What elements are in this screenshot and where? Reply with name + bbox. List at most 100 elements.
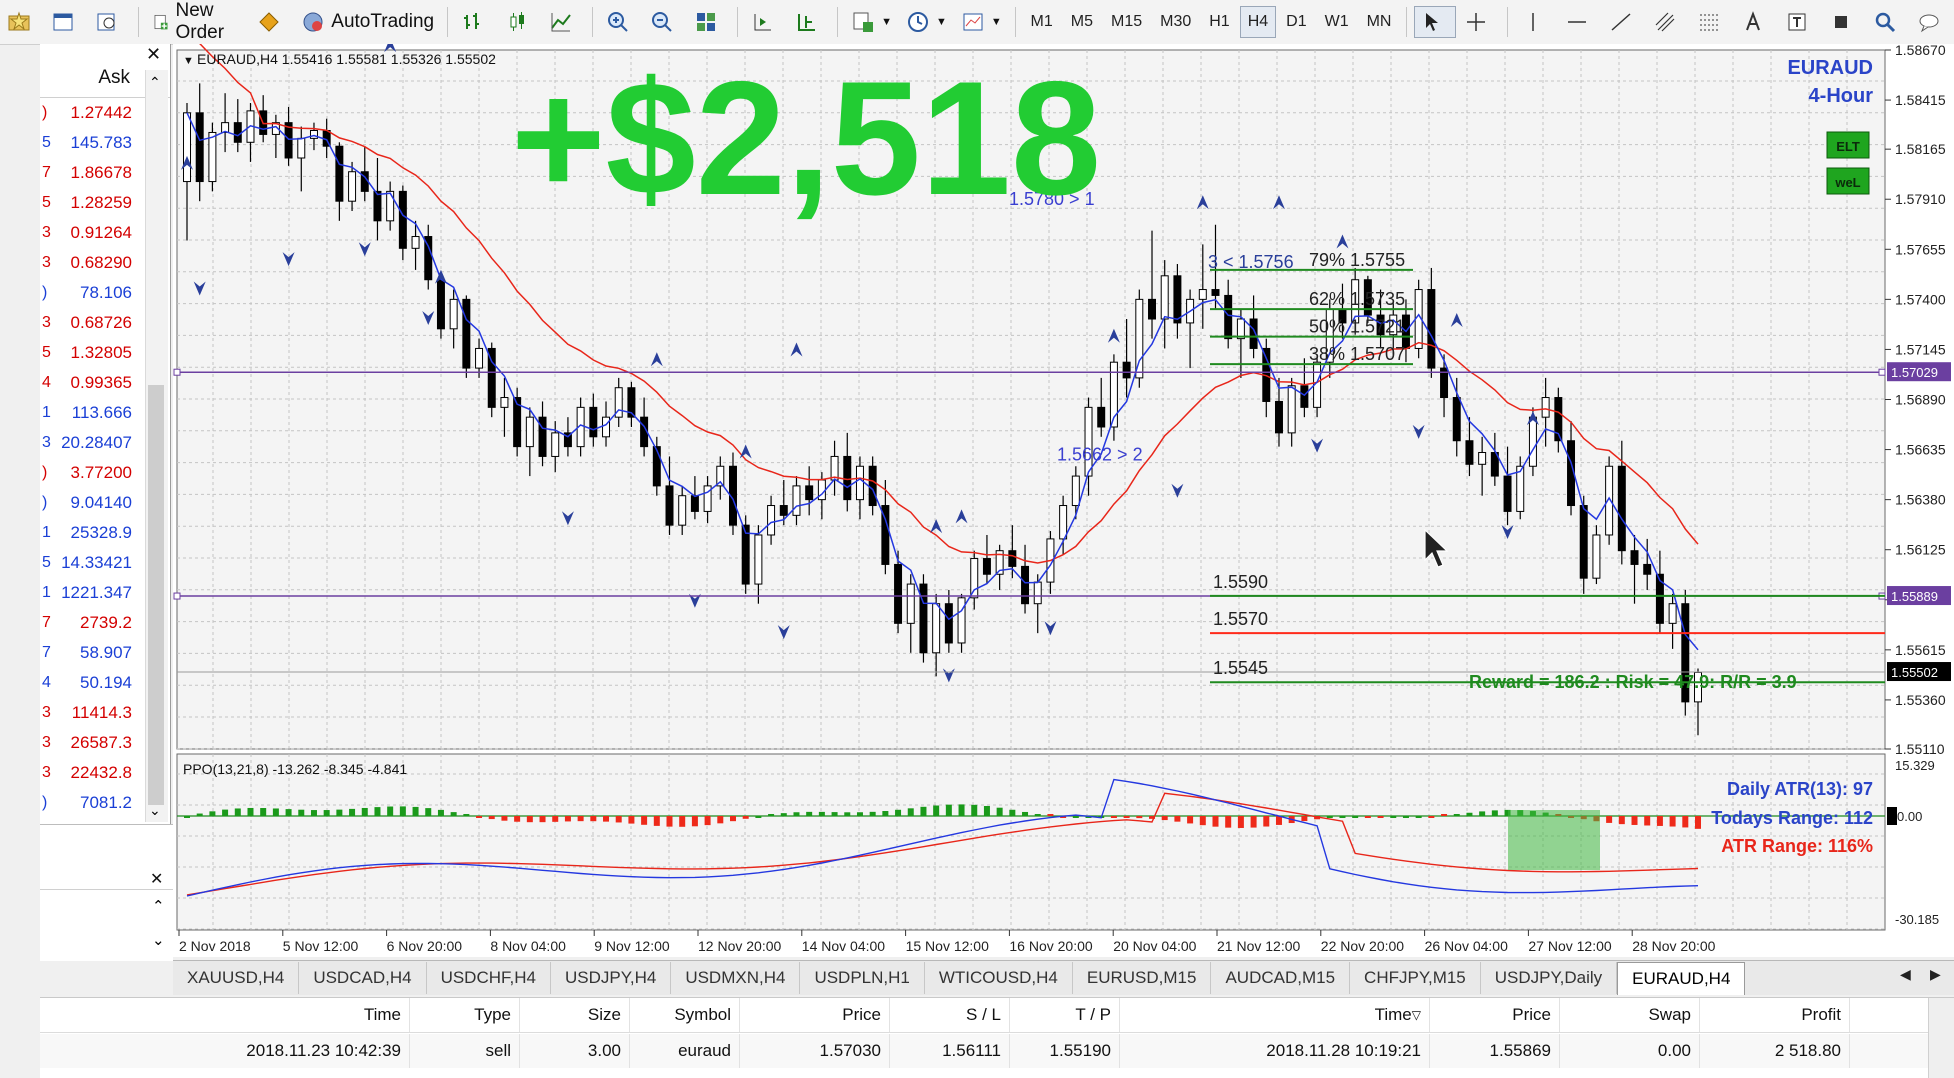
candle-body <box>1122 361 1131 379</box>
column-header-2[interactable]: Size <box>520 998 630 1032</box>
trendline-tool[interactable] <box>1603 6 1645 38</box>
column-header-6[interactable]: T / P <box>1010 998 1120 1032</box>
timeframe-d1[interactable]: D1 <box>1278 6 1314 38</box>
tab-usdjpy-h4[interactable]: USDJPY,H4 <box>551 962 672 994</box>
timeframe-m5[interactable]: M5 <box>1063 6 1101 38</box>
ppo-histogram-bar <box>1441 814 1448 816</box>
rectangle-tool[interactable] <box>1823 6 1865 38</box>
new-order-button[interactable]: New Order <box>146 0 250 43</box>
indicators-dropdown[interactable]: ▼ <box>845 6 898 38</box>
symbol-stub: 5 <box>42 134 51 151</box>
tab-usdmxn-h4[interactable]: USDMXN,H4 <box>671 962 801 994</box>
column-header-7[interactable]: Time ▽ <box>1120 998 1430 1032</box>
candle-body <box>1097 406 1106 428</box>
ppo-histogram-bar <box>1479 811 1486 816</box>
autotrading-button[interactable]: AutoTrading <box>295 6 440 38</box>
chat-button[interactable] <box>1911 6 1953 38</box>
ask-price: 1.86678 <box>70 163 132 182</box>
timeframe-mn[interactable]: MN <box>1359 6 1400 38</box>
ppo-histogram-bar <box>437 809 444 816</box>
chart-magnifier-icon <box>97 13 115 31</box>
channel-tool[interactable] <box>1647 6 1689 38</box>
column-header-1[interactable]: Type <box>410 998 520 1032</box>
periods-dropdown[interactable]: ▼ <box>900 6 953 38</box>
ppo-histogram-bar <box>793 812 800 816</box>
tab-usdchf-h4[interactable]: USDCHF,H4 <box>427 962 551 994</box>
fibonacci-tool[interactable] <box>1691 6 1733 38</box>
tab-usdcad-h4[interactable]: USDCAD,H4 <box>299 962 427 994</box>
column-header-4[interactable]: Price <box>740 998 890 1032</box>
column-header-5[interactable]: S / L <box>890 998 1010 1032</box>
crosshair-icon <box>1467 13 1486 31</box>
tab-wticousd-h4[interactable]: WTICOUSD,H4 <box>925 962 1073 994</box>
column-header-9[interactable]: Swap <box>1560 998 1700 1032</box>
column-header-8[interactable]: Price <box>1430 998 1560 1032</box>
zoom-in-button[interactable] <box>600 6 642 38</box>
scrollbar-thumb[interactable] <box>148 385 164 805</box>
tab-scroll-left-icon[interactable]: ◀ <box>1900 966 1911 983</box>
time-tick-label: 6 Nov 20:00 <box>387 938 463 954</box>
terminal-scrollbar[interactable] <box>1928 998 1954 1078</box>
table-row[interactable]: 2018.11.23 10:42:39 sell 3.00 euraud 1.57030… <box>40 1034 1954 1068</box>
tab-scroll-right-icon[interactable]: ▶ <box>1930 966 1941 983</box>
candle-chart-button[interactable] <box>499 6 541 38</box>
chart-zoom-button[interactable] <box>89 6 131 38</box>
tile-windows-button[interactable] <box>688 6 730 38</box>
line-chart-button[interactable] <box>543 6 585 38</box>
column-header-10[interactable]: Profit <box>1700 998 1850 1032</box>
tab-usdpln-h1[interactable]: USDPLN,H1 <box>800 962 925 994</box>
candle-body <box>208 131 217 183</box>
tab-chfjpy-m15[interactable]: CHFJPY,M15 <box>1350 962 1481 994</box>
chart-shift-button[interactable] <box>788 6 830 38</box>
crosshair-tool[interactable] <box>1458 6 1500 38</box>
chart-window[interactable]: 1.58670 1.58415 1.58165 1.57910 1.57655 1.574… <box>173 44 1954 957</box>
scroll-down-icon[interactable]: ⌄ <box>149 802 161 819</box>
timeframe-m1[interactable]: M1 <box>1023 6 1061 38</box>
horizontal-line-tool[interactable] <box>1559 6 1601 38</box>
line-handle[interactable] <box>173 592 181 600</box>
templates-dropdown[interactable]: ▼ <box>955 6 1008 38</box>
text-label-tool[interactable] <box>1779 6 1821 38</box>
main-toolbar: New Order AutoTrading ▼ ▼ ▼ M1 M5 M15 M30 H1… <box>0 0 1954 45</box>
column-header-3[interactable]: Symbol <box>630 998 740 1032</box>
line-handle[interactable] <box>173 368 181 376</box>
bar-chart-button[interactable] <box>455 6 497 38</box>
auto-scroll-button[interactable] <box>744 6 786 38</box>
tab-audcad-m15[interactable]: AUDCAD,M15 <box>1211 962 1351 994</box>
favorites-button[interactable] <box>1 6 43 38</box>
vertical-line-tool[interactable] <box>1515 6 1557 38</box>
timeframe-m15[interactable]: M15 <box>1103 6 1150 38</box>
candle-body <box>551 432 560 457</box>
close-icon[interactable]: ✕ <box>150 869 163 889</box>
price-chart[interactable]: 1.58670 1.58415 1.58165 1.57910 1.57655 1.574… <box>173 44 1954 957</box>
scroll-up-icon[interactable]: ⌃ <box>149 74 161 91</box>
metaeditor-button[interactable] <box>251 6 293 38</box>
timeframe-h1[interactable]: H1 <box>1201 6 1237 38</box>
price-tick-label: 1.56380 <box>1895 492 1946 508</box>
search-button[interactable] <box>1867 6 1909 38</box>
candle-body <box>855 465 864 501</box>
text-tool[interactable] <box>1735 6 1777 38</box>
tab-euraud-h4[interactable]: EURAUD,H4 <box>1617 961 1746 995</box>
toolbar-separator <box>1507 7 1508 37</box>
tab-eurusd-m15[interactable]: EURUSD,M15 <box>1073 962 1212 994</box>
line-handle[interactable] <box>1878 368 1886 376</box>
timeframe-w1[interactable]: W1 <box>1317 6 1357 38</box>
zoom-out-icon <box>651 12 672 32</box>
tab-usdjpy-daily[interactable]: USDJPY,Daily <box>1481 962 1618 994</box>
ppo-histogram-bar <box>387 806 394 816</box>
scroll-down-icon[interactable]: ⌄ <box>152 931 165 949</box>
candle-body <box>843 455 852 501</box>
profiles-button[interactable] <box>45 6 87 38</box>
ppo-histogram-bar <box>412 806 419 816</box>
market-watch-scrollbar[interactable]: ⌃ ⌄ <box>145 70 168 822</box>
timeframe-m30[interactable]: M30 <box>1152 6 1199 38</box>
cursor-tool[interactable] <box>1414 6 1457 38</box>
tab-xauusd-h4[interactable]: XAUUSD,H4 <box>173 962 300 994</box>
candle-body <box>297 137 306 159</box>
timeframe-h4[interactable]: H4 <box>1239 6 1277 38</box>
scroll-up-icon[interactable]: ⌃ <box>152 897 165 915</box>
column-header-0[interactable]: Time <box>150 998 410 1032</box>
zoom-out-button[interactable] <box>644 6 686 38</box>
close-icon[interactable]: ✕ <box>146 44 161 65</box>
